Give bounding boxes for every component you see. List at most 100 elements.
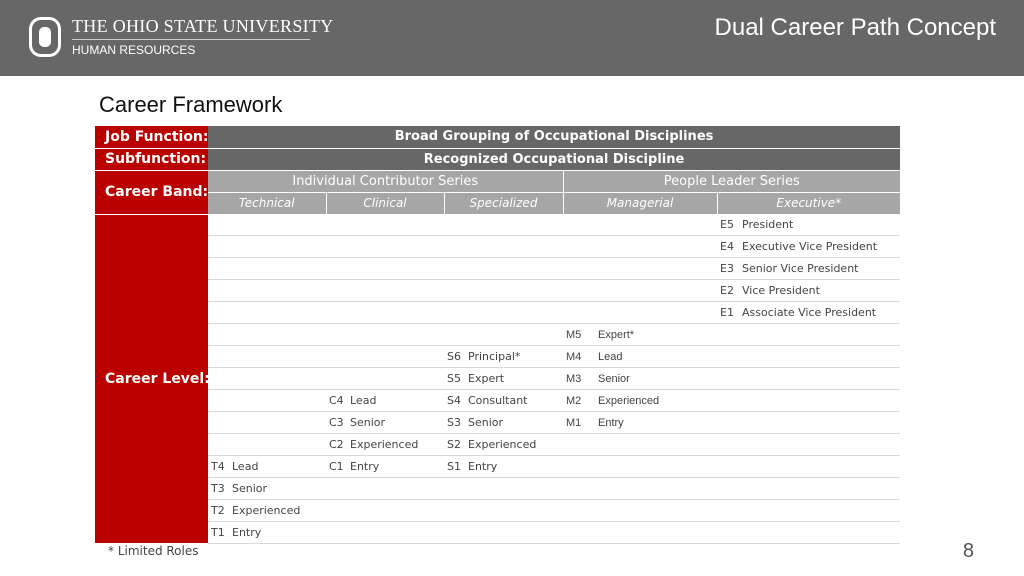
level-code bbox=[717, 499, 742, 523]
level-title bbox=[232, 214, 326, 237]
level-title bbox=[468, 214, 563, 237]
level-code bbox=[208, 323, 232, 347]
level-title bbox=[232, 235, 326, 259]
level-title bbox=[598, 499, 717, 523]
level-code bbox=[208, 433, 232, 457]
career-level-row: E1 Associate Vice President bbox=[95, 301, 901, 325]
level-title bbox=[350, 499, 444, 523]
level-title: Entry bbox=[598, 411, 717, 435]
level-title bbox=[598, 477, 717, 501]
level-code bbox=[563, 499, 598, 523]
level-code: T1 bbox=[208, 521, 232, 545]
level-code: M2 bbox=[563, 389, 598, 413]
level-title bbox=[232, 345, 326, 369]
level-title: Senior bbox=[232, 477, 326, 501]
level-code: C4 bbox=[326, 389, 350, 413]
level-title: President bbox=[742, 214, 901, 237]
level-code: S5 bbox=[444, 367, 468, 391]
column-managerial: Managerial bbox=[563, 192, 718, 214]
career-level-row: T4 Lead C1 Entry S1 Entry bbox=[95, 455, 901, 479]
level-title bbox=[350, 345, 444, 369]
career-level-row: M5 Expert* bbox=[95, 323, 901, 347]
level-title bbox=[742, 323, 901, 347]
level-code bbox=[208, 411, 232, 435]
level-title bbox=[350, 214, 444, 237]
level-title bbox=[350, 367, 444, 391]
level-title bbox=[232, 367, 326, 391]
level-title: Entry bbox=[232, 521, 326, 545]
level-title: Experienced bbox=[232, 499, 326, 523]
career-level-row: E2 Vice President bbox=[95, 279, 901, 303]
level-code: M3 bbox=[563, 367, 598, 391]
column-technical: Technical bbox=[208, 192, 327, 214]
level-title bbox=[350, 279, 444, 303]
level-code bbox=[208, 214, 232, 237]
level-title bbox=[742, 389, 901, 413]
level-title bbox=[232, 301, 326, 325]
level-code bbox=[208, 301, 232, 325]
level-code bbox=[208, 367, 232, 391]
level-title: Lead bbox=[350, 389, 444, 413]
level-title bbox=[468, 235, 563, 259]
level-title: Lead bbox=[598, 345, 717, 369]
level-title bbox=[742, 367, 901, 391]
level-title bbox=[598, 455, 717, 479]
career-level-row: E4 Executive Vice President bbox=[95, 235, 901, 259]
footnote: * Limited Roles bbox=[108, 544, 199, 558]
page-number: 8 bbox=[962, 540, 974, 562]
level-code: E2 bbox=[717, 279, 742, 303]
level-title bbox=[598, 301, 717, 325]
career-level-row: T3 Senior bbox=[95, 477, 901, 501]
level-code: S4 bbox=[444, 389, 468, 413]
level-code: S2 bbox=[444, 433, 468, 457]
slide-title: Dual Career Path Concept bbox=[714, 14, 996, 41]
career-band-label: Career Band: bbox=[95, 170, 208, 215]
level-code bbox=[444, 323, 468, 347]
level-code: M5 bbox=[563, 323, 598, 347]
job-function-label: Job Function: bbox=[95, 126, 208, 149]
level-title bbox=[742, 411, 901, 435]
level-code: M4 bbox=[563, 345, 598, 369]
level-code bbox=[444, 214, 468, 237]
level-code: E4 bbox=[717, 235, 742, 259]
people-leader-band: People Leader Series bbox=[563, 170, 901, 193]
level-code bbox=[563, 214, 598, 237]
level-title bbox=[350, 323, 444, 347]
level-title: Principal* bbox=[468, 345, 563, 369]
level-title: Experienced bbox=[598, 389, 717, 413]
career-level-label: Career Level: bbox=[95, 214, 208, 545]
level-title bbox=[232, 389, 326, 413]
level-code bbox=[563, 279, 598, 303]
logo-divider bbox=[72, 39, 310, 40]
level-title bbox=[232, 323, 326, 347]
level-code: S1 bbox=[444, 455, 468, 479]
level-title: Experienced bbox=[468, 433, 563, 457]
level-code bbox=[208, 389, 232, 413]
column-executive: Executive* bbox=[717, 192, 901, 214]
level-code bbox=[326, 257, 350, 281]
level-code: C3 bbox=[326, 411, 350, 435]
career-level-row: T1 Entry bbox=[95, 521, 901, 545]
subfunction-label: Subfunction: bbox=[95, 148, 208, 171]
level-title: Expert* bbox=[598, 323, 717, 347]
level-code bbox=[326, 367, 350, 391]
level-code bbox=[444, 279, 468, 303]
level-title bbox=[232, 279, 326, 303]
level-code: C2 bbox=[326, 433, 350, 457]
level-code bbox=[444, 235, 468, 259]
subfunction-value: Recognized Occupational Discipline bbox=[208, 148, 901, 171]
level-code: C1 bbox=[326, 455, 350, 479]
level-code bbox=[563, 521, 598, 545]
level-title bbox=[598, 433, 717, 457]
level-code bbox=[326, 301, 350, 325]
level-title: Lead bbox=[232, 455, 326, 479]
level-title: Consultant bbox=[468, 389, 563, 413]
column-clinical: Clinical bbox=[326, 192, 445, 214]
level-title: Entry bbox=[350, 455, 444, 479]
level-title bbox=[232, 411, 326, 435]
level-title bbox=[468, 257, 563, 281]
career-level-row: S6 Principal* M4 Lead bbox=[95, 345, 901, 369]
university-name: THE OHIO STATE UNIVERSITY bbox=[72, 16, 334, 36]
level-title: Senior bbox=[468, 411, 563, 435]
level-title bbox=[350, 235, 444, 259]
